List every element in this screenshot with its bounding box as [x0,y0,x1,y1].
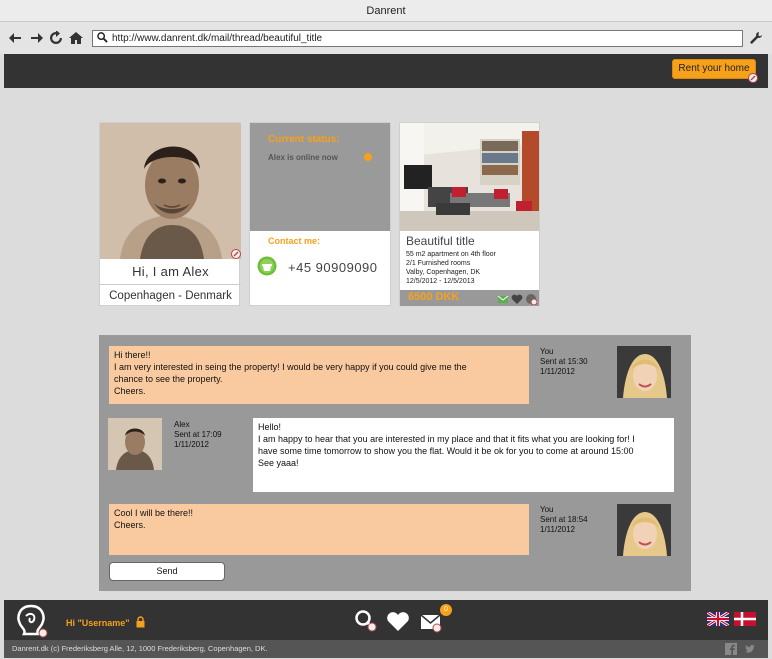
address-bar[interactable] [92,30,743,47]
message-line: Cheers. [114,520,146,530]
mail-icon[interactable] [497,292,509,304]
zoom-icon[interactable] [231,249,241,259]
forward-icon[interactable] [28,30,44,46]
message-line: I am happy to hear that you are interest… [258,434,635,444]
message-sender: Alex [174,420,190,429]
listing-detail: 55 m2 apartment on 4th floor [406,251,496,258]
home-icon[interactable] [68,30,84,46]
message-line: I am very interested in seing the proper… [114,362,467,372]
message-sender: You [540,347,554,356]
message-bubble: Hi there!! I am very interested in seing… [109,346,529,404]
browser-toolbar [0,22,772,54]
send-button[interactable]: Send [109,562,225,581]
twitter-icon[interactable] [744,643,756,655]
message-date: 1/11/2012 [540,367,575,376]
message-line: chance to see the property. [114,374,223,384]
back-icon[interactable] [8,30,24,46]
phone-number: +45 90909090 [288,260,378,275]
share-icon[interactable] [525,292,538,306]
listing-detail: Valby, Copenhagen, DK [406,269,481,276]
inbox-count-badge: 0 [440,604,452,616]
message-thread: Hi there!! I am very interested in seing… [99,335,691,591]
site-header: Rent your home [4,54,768,88]
message-bubble: Hello! I am happy to hear that you are i… [253,418,674,492]
listing-title[interactable]: Beautiful title [406,234,475,248]
alex-avatar[interactable] [108,418,162,470]
message-meta: Alex Sent at 17:09 1/11/2012 [174,420,222,450]
message-date: 1/11/2012 [540,525,575,534]
listing-card[interactable]: Beautiful title 55 m2 apartment on 4th f… [399,122,540,306]
favorites-icon[interactable] [386,609,410,633]
listing-actions [497,292,538,306]
status-text: Alex is online now [268,153,338,162]
message-time: Sent at 17:09 [174,430,222,439]
status-panel: Current status: Alex is online now [250,123,390,231]
message-line: Cheers. [114,386,146,396]
rent-your-home-label: Rent your home [678,63,750,74]
user-greeting[interactable]: Hi "Username" [66,618,130,628]
wrench-icon[interactable] [749,31,763,45]
sub-footer: Danrent.dk (c) Frederiksberg Alle, 12, 1… [4,640,768,658]
profile-location: Copenhagen - Denmark [100,284,241,306]
url-input[interactable] [112,33,712,44]
window-title: Danrent [0,0,772,22]
listing-price: 6500 DKK [408,291,460,303]
message-line: Cool I will be there!! [114,508,194,518]
message-line: Hi there!! [114,350,151,360]
phone-icon[interactable] [257,256,277,276]
profile-photo[interactable] [100,123,241,259]
danrent-logo[interactable] [12,602,50,638]
flag-uk-icon[interactable] [707,612,729,626]
search-icon [97,31,108,46]
flag-dk-icon[interactable] [734,612,756,626]
user-avatar[interactable] [617,504,671,556]
heart-icon[interactable] [511,292,523,304]
search-user-icon[interactable] [354,609,378,633]
facebook-icon[interactable] [725,643,737,655]
message-date: 1/11/2012 [174,440,209,449]
status-card: Current status: Alex is online now Conta… [249,122,391,306]
copyright-text: Danrent.dk (c) Frederiksberg Alle, 12, 1… [12,644,268,653]
status-title: Current status: [268,134,340,145]
message-line: Hello! [258,422,282,432]
reload-icon[interactable] [48,30,64,46]
message-time: Sent at 15:30 [540,357,588,366]
user-avatar[interactable] [617,346,671,398]
message-bubble: Cool I will be there!! Cheers. [109,504,529,555]
listing-detail: 12/5/2012 - 12/5/2013 [406,278,475,285]
listing-details: 55 m2 apartment on 4th floor 2/1 Furnish… [406,250,496,286]
online-indicator [364,153,372,161]
site-footer: Hi "Username" 0 [4,600,768,640]
contact-title: Contact me: [268,236,321,246]
zoom-icon [748,73,758,83]
message-sender: You [540,505,554,514]
message-meta: You Sent at 18:54 1/11/2012 [540,505,588,535]
message-line: See yaaa! [258,458,299,468]
lock-icon[interactable] [136,616,145,628]
listing-detail: 2/1 Furnished rooms [406,260,471,267]
rent-your-home-button[interactable]: Rent your home [672,59,758,83]
message-time: Sent at 18:54 [540,515,588,524]
price-bar: 6500 DKK [400,290,539,306]
profile-greeting: Hi, I am Alex [132,264,209,279]
listing-photo[interactable] [400,123,539,231]
profile-card: Hi, I am Alex Copenhagen - Denmark [99,122,241,306]
message-meta: You Sent at 15:30 1/11/2012 [540,347,588,377]
message-line: have some time tomorrow to show you the … [258,446,634,456]
